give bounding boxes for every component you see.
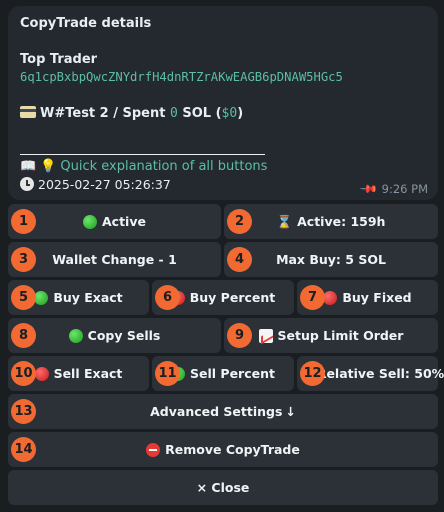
remove-copytrade-button[interactable]: 14 Remove CopyTrade — [8, 432, 438, 467]
green-circle-icon — [68, 328, 83, 343]
lightbulb-icon: 💡 — [40, 159, 57, 174]
keyboard-row-8: × Close — [8, 470, 438, 505]
divider — [20, 154, 265, 155]
spent-close: ) — [237, 106, 244, 121]
timestamp-row: 2025-02-27 05:26:37 — [20, 177, 171, 192]
clock-icon — [20, 177, 34, 191]
close-button[interactable]: × Close — [8, 470, 438, 505]
trader-address[interactable]: 6q1cpBxbpQwcZNYdrfH4dnRTZrAKwEAGB6pDNAW5… — [20, 70, 343, 84]
no-entry-icon — [146, 442, 161, 457]
hourglass-icon: ⌛ — [276, 213, 293, 229]
number-badge: 14 — [11, 437, 36, 462]
spent-amount[interactable]: 0 — [170, 106, 178, 121]
button-label: Setup Limit Order — [277, 328, 404, 343]
buy-percent-button[interactable]: 6 Buy Percent — [152, 280, 294, 315]
button-label: Buy Exact — [53, 290, 123, 305]
number-badge: 2 — [227, 209, 252, 234]
timestamp: 2025-02-27 05:26:37 — [38, 177, 171, 192]
keyboard-row-2: 3 Wallet Change - 1 4 Max Buy: 5 SOL — [8, 242, 438, 277]
button-label: Buy Fixed — [342, 290, 412, 305]
button-label: Max Buy: 5 SOL — [276, 252, 386, 267]
explain-link[interactable]: Quick explanation of all buttons — [60, 159, 267, 174]
number-badge: 1 — [11, 209, 36, 234]
number-badge: 8 — [11, 323, 36, 348]
number-badge: 9 — [227, 323, 252, 348]
message-time: 9:26 PM — [381, 182, 428, 196]
top-trader-label: Top Trader — [20, 52, 98, 67]
keyboard-row-6: 13 Advanced Settings ↓ — [8, 394, 438, 429]
keyboard-row-1: 1 Active 2 ⌛ Active: 159h — [8, 204, 438, 239]
button-label: Wallet Change - 1 — [52, 252, 177, 267]
sell-percent-button[interactable]: 11 Sell Percent — [152, 356, 294, 391]
button-label: Sell Percent — [190, 366, 275, 381]
button-label: Relative Sell: 50% — [316, 366, 444, 381]
keyboard-row-5: 10 Sell Exact 11 Sell Percent 12 Relativ… — [8, 356, 444, 391]
number-badge: 3 — [11, 247, 36, 272]
active-toggle-button[interactable]: 1 Active — [8, 204, 221, 239]
arrow-down-icon: ↓ — [285, 404, 296, 419]
button-label: Advanced Settings — [150, 404, 283, 419]
relative-sell-button[interactable]: 12 Relative Sell: 50% — [297, 356, 444, 391]
sell-exact-button[interactable]: 10 Sell Exact — [8, 356, 149, 391]
number-badge: 12 — [300, 361, 325, 386]
red-circle-icon — [34, 366, 49, 381]
number-badge: 13 — [11, 399, 36, 424]
buy-fixed-button[interactable]: 7 Buy Fixed — [297, 280, 438, 315]
buy-exact-button[interactable]: 5 Buy Exact — [8, 280, 149, 315]
number-badge: 11 — [155, 361, 180, 386]
chart-icon — [258, 328, 273, 343]
keyboard-row-7: 14 Remove CopyTrade — [8, 432, 438, 467]
number-badge: 4 — [227, 247, 252, 272]
advanced-settings-button[interactable]: 13 Advanced Settings ↓ — [8, 394, 438, 429]
wallet-summary: W#Test 2 / Spent 0 SOL ($0) — [20, 106, 243, 121]
number-badge: 5 — [11, 285, 36, 310]
setup-limit-order-button[interactable]: 9 Setup Limit Order — [224, 318, 438, 353]
credit-card-icon — [20, 106, 36, 118]
message-meta: 📌 9:26 PM — [359, 178, 428, 200]
button-label: Copy Sells — [87, 328, 161, 343]
green-circle-icon — [83, 214, 97, 229]
number-badge: 7 — [300, 285, 325, 310]
button-label: Remove CopyTrade — [165, 442, 300, 457]
max-buy-button[interactable]: 4 Max Buy: 5 SOL — [224, 242, 438, 277]
spent-unit: SOL ( — [177, 106, 222, 121]
button-label: Sell Exact — [53, 366, 123, 381]
button-label: Active — [102, 214, 146, 229]
pin-icon: 📌 — [359, 178, 380, 200]
message-title: CopyTrade details — [20, 16, 152, 31]
number-badge: 10 — [11, 361, 36, 386]
copy-sells-button[interactable]: 8 Copy Sells — [8, 318, 221, 353]
red-circle-icon — [323, 290, 338, 305]
book-icon: 📖 — [20, 159, 37, 174]
keyboard-row-4: 8 Copy Sells 9 Setup Limit Order — [8, 318, 438, 353]
button-label: Active: 159h — [297, 214, 386, 229]
active-duration-button[interactable]: 2 ⌛ Active: 159h — [224, 204, 438, 239]
keyboard-row-3: 5 Buy Exact 6 Buy Percent 7 Buy Fixed — [8, 280, 438, 315]
button-label: × Close — [196, 480, 250, 495]
wallet-prefix: W#Test 2 / Spent — [40, 106, 170, 121]
explain-row: 📖 💡 Quick explanation of all buttons — [20, 159, 267, 174]
button-label: Buy Percent — [189, 290, 276, 305]
spent-usd[interactable]: $0 — [222, 106, 238, 121]
message-bubble: CopyTrade details Top Trader 6q1cpBxbpQw… — [8, 6, 438, 200]
wallet-change-button[interactable]: 3 Wallet Change - 1 — [8, 242, 221, 277]
number-badge: 6 — [155, 285, 180, 310]
green-circle-icon — [34, 290, 49, 305]
